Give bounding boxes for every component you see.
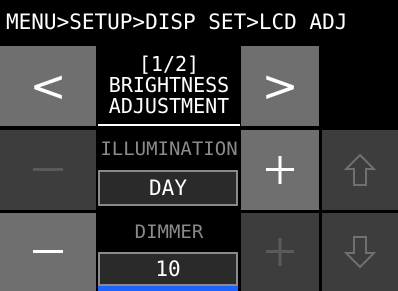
scroll-up-button[interactable] bbox=[322, 130, 398, 210]
breadcrumb: MENU>SETUP>DISP SET>LCD ADJ bbox=[6, 10, 348, 34]
page-title: [1/2] BRIGHTNESS ADJUSTMENT bbox=[98, 46, 240, 124]
illumination-label: ILLUMINATION bbox=[100, 138, 238, 160]
page-title-line2: ADJUSTMENT bbox=[108, 93, 230, 118]
minus-icon bbox=[33, 168, 63, 171]
minus-icon bbox=[33, 250, 63, 253]
illumination-increase-button[interactable] bbox=[241, 130, 319, 210]
dimmer-value: 10 bbox=[98, 252, 238, 286]
illumination-value: DAY bbox=[98, 170, 238, 206]
dimmer-decrease-button[interactable] bbox=[0, 213, 96, 291]
scroll-down-button[interactable] bbox=[322, 213, 398, 291]
illumination-decrease-button[interactable] bbox=[0, 130, 96, 210]
plus-icon bbox=[266, 156, 294, 184]
plus-icon bbox=[266, 238, 294, 266]
next-page-button[interactable]: > bbox=[241, 46, 319, 126]
dimmer-selection-indicator bbox=[98, 286, 238, 291]
title-underline bbox=[98, 124, 240, 126]
chevron-right-icon: > bbox=[261, 60, 299, 112]
prev-page-button[interactable]: < bbox=[0, 46, 96, 126]
page-title-line1: BRIGHTNESS bbox=[108, 72, 230, 97]
page-indicator: [1/2] bbox=[138, 51, 200, 76]
dimmer-label: DIMMER bbox=[134, 221, 204, 243]
arrow-up-icon bbox=[344, 153, 376, 186]
chevron-left-icon: < bbox=[29, 60, 67, 112]
arrow-down-icon bbox=[344, 236, 376, 269]
dimmer-increase-button[interactable] bbox=[241, 213, 319, 291]
